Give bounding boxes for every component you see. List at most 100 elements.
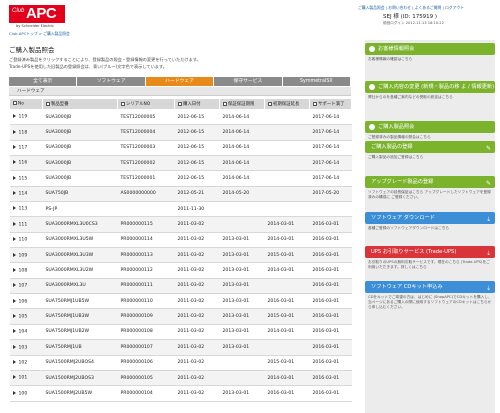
sidebar-link-1[interactable]: ご購入内容の変更 (新規・製品の移 よ / 情報更新)	[365, 81, 495, 93]
cell-support: 2017-05-20	[309, 186, 352, 203]
col-header-no[interactable]: No	[9, 98, 43, 110]
table-row[interactable]: 115 SUA3000JB TEST12000001 2012-06-15 2014-0…	[9, 170, 352, 187]
cell-model: SUA750RMJ1UB2W	[42, 324, 118, 341]
cell-warranty: 2013-03-01	[219, 308, 265, 325]
col-header-model[interactable]: 製品型番	[42, 98, 118, 110]
table-row[interactable]: 103 SUA750RMJ1UB PR000000107 2011-03-02 2013…	[9, 339, 352, 356]
products-table: No 製品型番 シリアルNO 購入日付 保証保証期限 初期保証延長 サポート満了…	[9, 98, 352, 402]
table-row[interactable]: 114 SUA750JB AS0000000000 2012-05-21 2014-05…	[9, 186, 352, 203]
cell-purchase: 2011-03-02	[174, 339, 220, 356]
cell-model: SUA3000RMXL3U5W	[42, 232, 118, 249]
expand-arrow-icon[interactable]	[12, 160, 16, 165]
cell-purchase: 2012-06-15	[174, 170, 220, 187]
expand-arrow-icon[interactable]	[12, 237, 16, 242]
sidebar-link-4[interactable]: アップグレード製品の登録 ✎	[365, 176, 495, 188]
col-header-warranty[interactable]: 保証保証期限	[219, 98, 265, 110]
cell-no: 113	[9, 201, 43, 218]
sidebar-link-3[interactable]: ご購入製品の登録 ✎	[365, 141, 495, 153]
tab-maintenance[interactable]: 保守サービス	[214, 77, 283, 86]
expand-arrow-icon[interactable]	[12, 129, 16, 134]
expand-arrow-icon[interactable]	[12, 191, 16, 196]
table-row[interactable]: 118 SUA3000JB TEST12000004 2012-06-15 2014-0…	[9, 124, 352, 141]
col-header-serial[interactable]: シリアルNO	[117, 98, 175, 110]
table-row[interactable]: 110 SUA3000RMXL3U5W PR000000114 2011-03-02 2…	[9, 232, 352, 249]
cell-support: 2016-03-01	[309, 324, 352, 341]
cell-model: SUA3000JB	[42, 124, 118, 141]
sidebar-description: お引取りのUPSの無料引取サービスです。現在のこちら (Trade-UPS)をご…	[368, 260, 490, 269]
cell-ext	[264, 124, 310, 141]
cell-serial: TEST12000002	[117, 155, 175, 172]
sidebar-item-0: お客様情報照会お客様情報の確認はこちら	[365, 43, 495, 64]
tab-software[interactable]: ソフトウェア	[77, 77, 146, 86]
expand-arrow-icon[interactable]	[12, 252, 16, 257]
top-links[interactable]: ご購入製品照会 | お問い合わせ | よくあるご質問 | ログアウト	[358, 5, 464, 11]
cell-serial: PR000000107	[117, 339, 175, 356]
action-icon: ✎	[485, 145, 491, 152]
expand-arrow-icon[interactable]	[12, 390, 16, 395]
expand-arrow-icon[interactable]	[12, 298, 16, 303]
tab-all[interactable]: 全て表示	[9, 77, 78, 86]
table-row[interactable]: 101 SUA1500RMJ2UBOS3 PR000000105 2011-03-02…	[9, 370, 352, 387]
cell-support: 2017-06-14	[309, 155, 352, 172]
col-header-support[interactable]: サポート満了	[309, 98, 352, 110]
cell-support: 2017-06-14	[309, 140, 352, 157]
section-header: ハードウェア	[9, 87, 351, 96]
sidebar-link-6[interactable]: UPS お引取りサービス (Trade-UPS) ⇣	[365, 246, 495, 258]
sidebar-description: お客様情報の確認はこちら	[368, 57, 413, 61]
expand-arrow-icon[interactable]	[12, 359, 16, 364]
expand-arrow-icon[interactable]	[12, 114, 16, 119]
expand-arrow-icon[interactable]	[12, 313, 16, 318]
description-line-2: Trade-UPSを使用した旧製品の登録照会は、青い(ブルー)文字色で表示してい…	[9, 64, 167, 69]
cell-warranty: 2014-06-14	[219, 170, 265, 187]
sidebar-link-2[interactable]: ご購入製品照会	[365, 121, 495, 133]
expand-arrow-icon[interactable]	[12, 329, 16, 334]
table-row[interactable]: 100 SUA1500RMJ2UB5W PR000000104 2011-03-02 2…	[9, 385, 352, 402]
table-row[interactable]: 113 PS-JP 2011-11-30	[9, 201, 352, 218]
cell-serial: PR000000111	[117, 278, 175, 295]
table-row[interactable]: 116 SUA3000JB TEST12000002 2012-06-15 2014-0…	[9, 155, 352, 172]
club-apc-logo[interactable]: Club APC	[9, 5, 65, 23]
cell-no: 119	[9, 109, 43, 126]
action-icon: ⇣	[485, 250, 491, 257]
cell-ext: 2014-03-01	[264, 262, 310, 279]
col-header-purchase[interactable]: 購入日付	[174, 98, 220, 110]
expand-arrow-icon[interactable]	[12, 221, 16, 226]
cell-model: SUA3000JB	[42, 155, 118, 172]
sidebar-description: ソフトウェアの延長保証はこちら アップグレードしたソフトウェアを登録済みの構成に…	[368, 190, 491, 199]
table-row[interactable]: 119 SUA3000JB TEST12000005 2012-06-15 2014-0…	[9, 109, 352, 126]
cell-serial: TEST12000003	[117, 140, 175, 157]
action-icon: ⇣	[485, 216, 491, 223]
table-header-row: No 製品型番 シリアルNO 購入日付 保証保証期限 初期保証延長 サポート満了	[9, 98, 352, 110]
expand-arrow-icon[interactable]	[12, 283, 16, 288]
sidebar-link-5[interactable]: ソフトウェア ダウンロード ⇣	[365, 212, 495, 224]
col-header-extension[interactable]: 初期保証延長	[264, 98, 310, 110]
table-row[interactable]: 106 SUA750RMJ1UB5W PR000000110 2011-03-02 20…	[9, 293, 352, 310]
expand-arrow-icon[interactable]	[12, 145, 16, 150]
table-row[interactable]: 109 SUA3000RMXL3U3W PR000000113 2011-03-02 2…	[9, 247, 352, 264]
sidebar-link-0[interactable]: お客様情報照会	[365, 43, 495, 55]
table-row[interactable]: 117 SUA3000JB TEST12000003 2012-06-15 2014-0…	[9, 140, 352, 157]
expand-arrow-icon[interactable]	[12, 267, 16, 272]
cell-model: SUA750RMJ1UB5W	[42, 293, 118, 310]
logo-byline: by Schneider Electric	[16, 24, 55, 28]
table-row[interactable]: 111 SUA3000RMXL3U0CS3 PR000000115 2011-03-0…	[9, 216, 352, 233]
cell-purchase: 2011-03-02	[174, 247, 220, 264]
expand-arrow-icon[interactable]	[12, 175, 16, 180]
cell-no: 106	[9, 293, 43, 310]
table-row[interactable]: 102 SUA1500RMJ2UBOS4 PR000000106 2011-03-02…	[9, 355, 352, 371]
expand-arrow-icon[interactable]	[12, 344, 16, 349]
sort-icon	[46, 101, 50, 106]
table-row[interactable]: 105 SUA750RMJ1UB3W PR000000109 2011-03-02 20…	[9, 308, 352, 325]
tab-hardware[interactable]: ハードウェア	[145, 77, 215, 86]
table-row[interactable]: 108 SUA3000RMXL3U2W PR000000112 2011-03-02 2…	[9, 262, 352, 279]
expand-arrow-icon[interactable]	[12, 206, 16, 211]
cell-serial: PR000000106	[117, 355, 175, 371]
table-row[interactable]: 104 SUA750RMJ1UB2W PR000000108 2011-03-02 20…	[9, 324, 352, 341]
breadcrumb[interactable]: Club APCトップ > ご購入製品照会	[9, 31, 70, 37]
check-icon	[369, 124, 378, 132]
sidebar-link-7[interactable]: ソフトウェア CDキット申込み ⇣	[365, 281, 495, 293]
table-row[interactable]: 107 SUA3000RMXL3U PR000000111 2011-03-02 201…	[9, 278, 352, 295]
expand-arrow-icon[interactable]	[12, 375, 16, 380]
cell-ext: 2014-03-01	[264, 216, 310, 233]
tab-symmetra[interactable]: SymmetraISX	[282, 77, 352, 86]
